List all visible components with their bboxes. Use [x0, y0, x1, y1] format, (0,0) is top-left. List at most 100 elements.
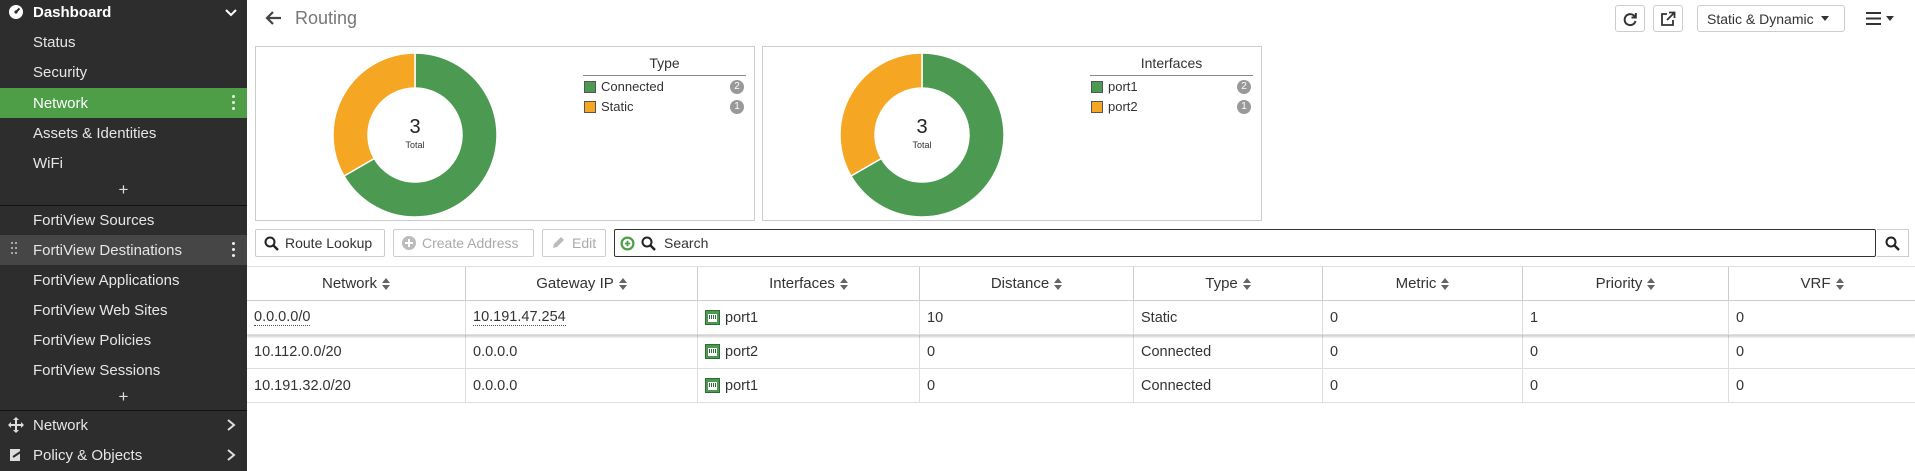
- sidebar-item-label: Dashboard: [33, 3, 112, 21]
- sort-icon: [1835, 277, 1844, 290]
- sidebar-item-fortiview-policies[interactable]: FortiView Policies: [0, 325, 247, 355]
- cell-priority: 1: [1523, 301, 1729, 334]
- menu-button[interactable]: [1858, 5, 1902, 32]
- cell-type: Connected: [1134, 369, 1323, 402]
- refresh-button[interactable]: [1615, 5, 1645, 32]
- column-header-type[interactable]: Type: [1134, 267, 1323, 300]
- page-title: Routing: [295, 8, 358, 28]
- cell-metric: 0: [1323, 369, 1523, 402]
- cell-distance: 0: [920, 335, 1134, 368]
- sidebar-item-label: FortiView Applications: [33, 271, 180, 289]
- priority-value: 0: [1530, 343, 1539, 360]
- sidebar-item-security[interactable]: Security: [0, 57, 247, 87]
- more-icon[interactable]: [232, 95, 236, 111]
- back-arrow-icon[interactable]: [265, 9, 283, 27]
- cell-priority: 0: [1523, 369, 1729, 402]
- count-badge: 2: [730, 80, 744, 94]
- pencil-icon: [553, 237, 564, 248]
- legend-item-port2[interactable]: port2 1: [1090, 97, 1253, 116]
- sidebar-item-assets-identities[interactable]: Assets & Identities: [0, 118, 247, 148]
- plus-icon: +: [118, 387, 129, 406]
- column-header-priority[interactable]: Priority: [1523, 267, 1729, 300]
- cell-gateway: 0.0.0.0: [466, 369, 698, 402]
- add-fortiview-button[interactable]: +: [0, 382, 247, 412]
- sidebar-item-label: FortiView Destinations: [33, 241, 182, 259]
- distance-value: 10: [927, 309, 944, 326]
- distance-value: 0: [927, 343, 936, 360]
- cell-type: Connected: [1134, 335, 1323, 368]
- column-header-interfaces[interactable]: Interfaces: [698, 267, 920, 300]
- sort-icon: [382, 277, 390, 290]
- column-header-vrf[interactable]: VRF: [1729, 267, 1915, 300]
- column-header-distance[interactable]: Distance: [920, 267, 1134, 300]
- add-dashboard-button[interactable]: +: [0, 175, 247, 205]
- search-box: [614, 229, 1876, 257]
- legend-item-connected[interactable]: Connected 2: [583, 77, 746, 96]
- edit-button[interactable]: Edit: [542, 229, 606, 257]
- search-input[interactable]: [664, 235, 1764, 251]
- sidebar-item-fortiview-sessions[interactable]: FortiView Sessions: [0, 355, 247, 385]
- sidebar-item-dashboard[interactable]: Dashboard: [0, 0, 247, 27]
- route-lookup-button[interactable]: Route Lookup: [255, 229, 385, 257]
- network-value: 10.112.0.0/20: [254, 343, 342, 360]
- donut-total-label: Total: [405, 140, 425, 150]
- sidebar-item-fortiview-applications[interactable]: FortiView Applications: [0, 265, 247, 295]
- legend-item-port1[interactable]: port1 2: [1090, 77, 1253, 96]
- priority-value: 0: [1530, 377, 1539, 394]
- policy-icon: [10, 449, 23, 461]
- column-header-network[interactable]: Network: [247, 267, 466, 300]
- sidebar-item-label: Assets & Identities: [33, 124, 157, 142]
- search-icon: [641, 236, 656, 251]
- legend-item-static[interactable]: Static 1: [583, 97, 746, 116]
- drag-handle-icon[interactable]: [11, 242, 21, 258]
- add-filter-icon[interactable]: [620, 236, 635, 251]
- table-row[interactable]: 10.112.0.0/20 0.0.0.0 port2 0 Connected …: [247, 335, 1915, 369]
- donut-total-value: 3: [916, 116, 928, 138]
- view-select-dropdown[interactable]: Static & Dynamic: [1697, 5, 1845, 32]
- table-row[interactable]: 0.0.0.0/0 10.191.47.254 port1 10 Static …: [247, 301, 1915, 335]
- network-value: 0.0.0.0/0: [254, 309, 311, 326]
- column-header-metric[interactable]: Metric: [1323, 267, 1523, 300]
- cell-vrf: 0: [1729, 301, 1915, 334]
- caret-down-icon: [1820, 16, 1829, 21]
- sidebar-item-fortiview-sources[interactable]: FortiView Sources: [0, 205, 247, 235]
- cell-network: 10.191.32.0/20: [247, 369, 466, 402]
- sidebar-item-wifi[interactable]: WiFi: [0, 148, 247, 178]
- sidebar-item-network[interactable]: Network: [0, 88, 247, 118]
- vrf-value: 0: [1736, 309, 1745, 326]
- caret-down-icon: [1886, 16, 1894, 21]
- cell-metric: 0: [1323, 335, 1523, 368]
- cell-network: 0.0.0.0/0: [247, 301, 466, 334]
- sidebar-item-network-section[interactable]: Network: [0, 410, 247, 440]
- network-value: 10.191.32.0/20: [254, 377, 351, 394]
- chevron-right-icon: [227, 449, 236, 461]
- donut-slice-port2[interactable]: [840, 53, 923, 178]
- legend-label: Connected: [601, 79, 664, 94]
- sidebar-item-policy-objects[interactable]: Policy & Objects: [0, 440, 247, 470]
- column-label: VRF: [1800, 275, 1831, 292]
- sidebar-item-status[interactable]: Status: [0, 27, 247, 57]
- create-address-label: Create Address: [422, 235, 519, 251]
- donut-slice-static[interactable]: [333, 53, 416, 178]
- sidebar-item-fortiview-web-sites[interactable]: FortiView Web Sites: [0, 295, 247, 325]
- sidebar-item-label: FortiView Policies: [33, 331, 152, 349]
- column-label: Interfaces: [769, 275, 835, 292]
- sidebar-item-fortiview-destinations[interactable]: FortiView Destinations: [0, 235, 247, 265]
- donut-total-value: 3: [409, 116, 421, 138]
- search-icon: [1885, 236, 1900, 251]
- create-address-button[interactable]: Create Address: [393, 229, 534, 257]
- legend-label: port1: [1108, 79, 1138, 94]
- sidebar: Dashboard Status Security Network Assets…: [0, 0, 247, 471]
- count-badge: 1: [730, 100, 744, 114]
- more-icon[interactable]: [232, 242, 236, 258]
- cell-metric: 0: [1323, 301, 1523, 334]
- ethernet-port-icon: [705, 344, 720, 359]
- search-submit-button[interactable]: [1877, 229, 1909, 257]
- open-external-button[interactable]: [1653, 5, 1683, 32]
- refresh-icon: [1623, 12, 1637, 26]
- column-label: Type: [1205, 275, 1238, 292]
- column-header-gateway-ip[interactable]: Gateway IP: [466, 267, 698, 300]
- cell-interface: port1: [698, 369, 920, 402]
- table-row[interactable]: 10.191.32.0/20 0.0.0.0 port1 0 Connected…: [247, 369, 1915, 403]
- interfaces-legend: Interfaces port1 2 port2 1: [1090, 55, 1253, 116]
